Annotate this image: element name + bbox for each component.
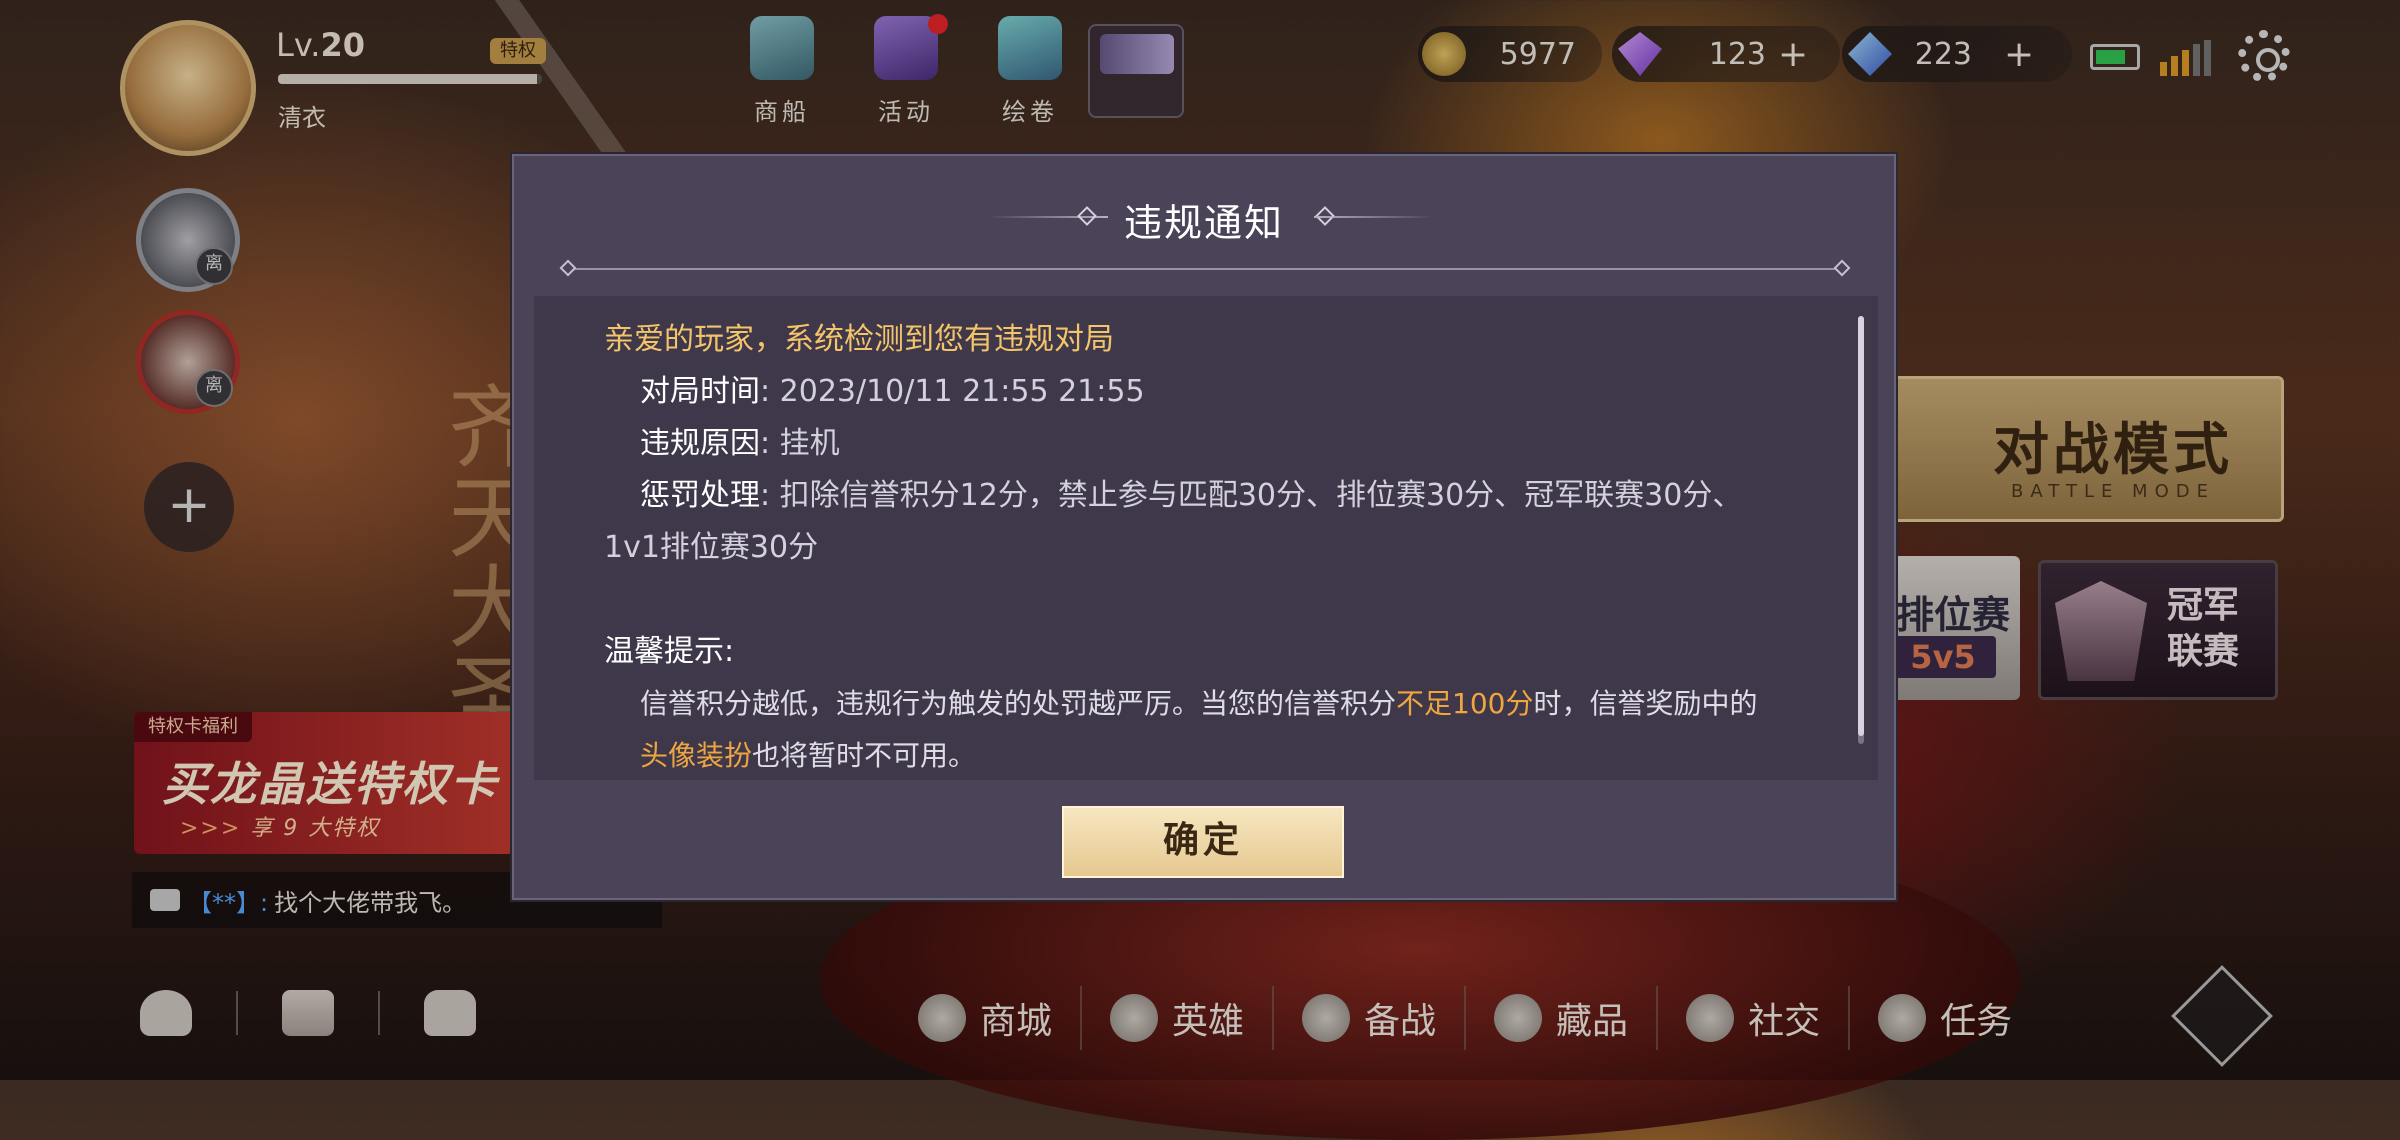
greeting-text: 亲爱的玩家，系统检测到您有违规对局 [604, 322, 1114, 357]
hint-title: 温馨提示: [604, 634, 735, 669]
title-decoration [1314, 216, 1434, 218]
penalty-row-continued: 1v1排位赛30分 [604, 530, 819, 565]
match-time-row: 对局时间: 2023/10/11 21:55 21:55 [640, 374, 1145, 409]
dialog-message: 亲爱的玩家，系统检测到您有违规对局 对局时间: 2023/10/11 21:55… [604, 314, 1784, 780]
divider-ornament [1833, 259, 1851, 277]
confirm-button[interactable]: 确定 [1062, 806, 1344, 878]
divider-ornament [559, 259, 577, 277]
dialog-body[interactable]: 亲爱的玩家，系统检测到您有违规对局 对局时间: 2023/10/11 21:55… [534, 296, 1878, 780]
dialog-title: 违规通知 [1123, 201, 1284, 245]
penalty-row: 惩罚处理: 扣除信誉积分12分，禁止参与匹配30分、排位赛30分、冠军联赛30分… [640, 478, 1743, 513]
hint-text: 信誉积分越低，违规行为触发的处罚越严厉。当您的信誉积分不足100分时，信誉奖励中… [640, 687, 1758, 772]
scrollbar-thumb[interactable] [1858, 316, 1864, 736]
violation-reason-row: 违规原因: 挂机 [640, 426, 840, 461]
dialog-scrollbar[interactable] [1858, 316, 1864, 744]
title-divider [568, 268, 1842, 270]
violation-notice-dialog: 违规通知 亲爱的玩家，系统检测到您有违规对局 对局时间: 2023/10/11 … [512, 154, 1896, 900]
